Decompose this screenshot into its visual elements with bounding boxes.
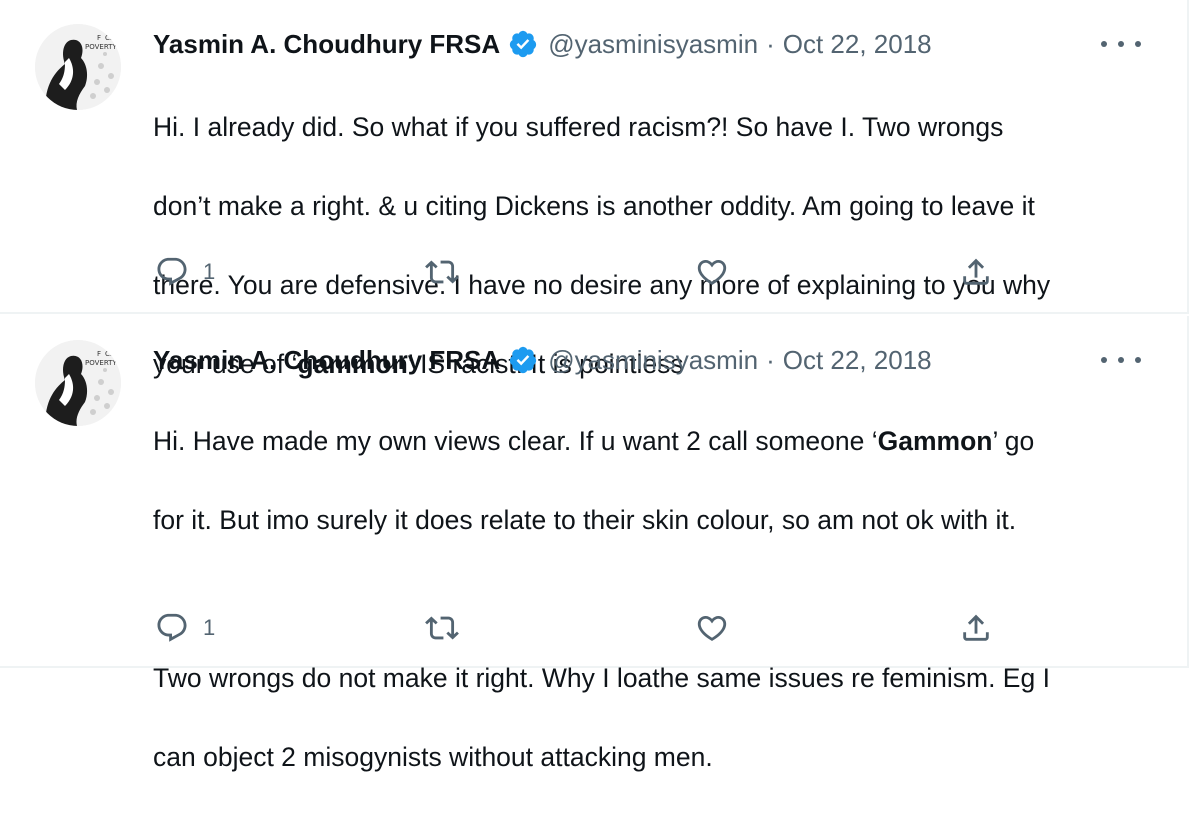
- tweet-card[interactable]: F CK POVERTY Yasmin A. Choudhury FRSA @y…: [0, 316, 1189, 772]
- retweet-icon: [425, 260, 459, 284]
- like-button[interactable]: [695, 608, 729, 648]
- action-bar: 1: [153, 252, 1003, 292]
- more-icon[interactable]: [1101, 348, 1141, 372]
- verified-badge-icon: [508, 345, 538, 375]
- avatar-text: CK: [105, 350, 115, 358]
- author-name[interactable]: Yasmin A. Choudhury FRSA: [153, 29, 500, 60]
- author-handle[interactable]: @yasminisyasmin: [548, 29, 758, 60]
- tweet-date[interactable]: Oct 22, 2018: [783, 345, 932, 376]
- avatar-text: POVERTY: [85, 359, 117, 367]
- tweet-header: Yasmin A. Choudhury FRSA @yasminisyasmin…: [153, 340, 932, 380]
- author-name[interactable]: Yasmin A. Choudhury FRSA: [153, 345, 500, 376]
- retweet-button[interactable]: [425, 608, 459, 648]
- share-button[interactable]: [959, 252, 993, 292]
- tweet-text-line: don’t make a right. & u citing Dickens i…: [153, 190, 1035, 221]
- tweet-text-line: Hi. Have made my own views clear. If u w…: [153, 425, 1035, 456]
- reply-count: 1: [203, 615, 216, 640]
- share-button[interactable]: [959, 608, 993, 648]
- bold-word: Gammon: [877, 425, 993, 456]
- share-icon: [963, 258, 989, 285]
- heart-icon: [697, 615, 727, 641]
- tweet-text-line: can object 2 misogynists without attacki…: [153, 741, 713, 772]
- avatar[interactable]: F CK POVERTY: [35, 340, 121, 426]
- more-icon[interactable]: [1101, 32, 1141, 56]
- like-button[interactable]: [695, 252, 729, 292]
- tweet-text-line: Hi. I already did. So what if you suffer…: [153, 111, 1004, 142]
- avatar-text: F: [97, 350, 101, 358]
- tweet-date[interactable]: Oct 22, 2018: [783, 29, 932, 60]
- tweet-header: Yasmin A. Choudhury FRSA @yasminisyasmin…: [153, 24, 932, 64]
- avatar-text: CK: [105, 34, 115, 42]
- avatar[interactable]: F CK POVERTY: [35, 24, 121, 110]
- action-bar: 1: [153, 608, 1003, 648]
- tweet-text-line: for it. But imo surely it does relate to…: [153, 504, 1017, 535]
- reply-count: 1: [203, 259, 216, 284]
- author-handle[interactable]: @yasminisyasmin: [548, 345, 758, 376]
- retweet-icon: [425, 616, 459, 640]
- heart-icon: [697, 259, 727, 285]
- reply-icon: [157, 613, 187, 642]
- avatar-text: POVERTY: [85, 43, 117, 51]
- tweet-text: Hi. Have made my own views clear. If u w…: [153, 382, 1163, 817]
- reply-button[interactable]: 1: [155, 252, 215, 292]
- reply-button[interactable]: 1: [155, 608, 215, 648]
- tweet-card[interactable]: F CK POVERTY Yasmin A. Choudhury FRSA @y…: [0, 0, 1189, 379]
- tweet-text-line: Two wrongs do not make it right. Why I l…: [153, 662, 1050, 693]
- retweet-button[interactable]: [425, 252, 459, 292]
- share-icon: [963, 614, 989, 641]
- verified-badge-icon: [508, 29, 538, 59]
- avatar-text: F: [97, 34, 101, 42]
- reply-icon: [157, 257, 187, 286]
- separator: ·: [766, 344, 775, 375]
- separator: ·: [766, 28, 775, 59]
